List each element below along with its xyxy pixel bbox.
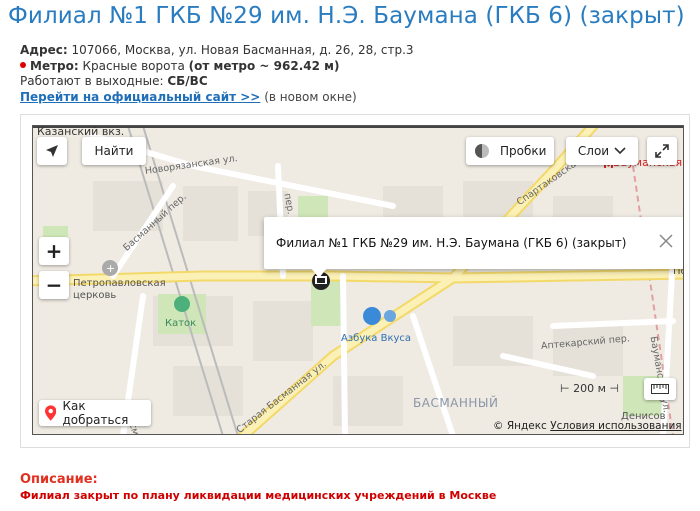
layers-label: Слои: [577, 144, 610, 158]
copyright-text: © Яндекс: [493, 420, 547, 432]
map-label-katok: Каток: [165, 318, 197, 329]
route-button[interactable]: Как добраться: [39, 399, 151, 427]
zoom-out-button[interactable]: −: [39, 271, 69, 299]
expand-icon: [655, 144, 669, 158]
balloon-tail: [311, 268, 327, 278]
info-block: Адрес: 107066, Москва, ул. Новая Басманн…: [20, 43, 414, 105]
route-label: Как добраться: [62, 399, 129, 427]
address-row: Адрес: 107066, Москва, ул. Новая Басманн…: [20, 43, 414, 59]
weekend-row: Работают в выходные: СБ/ВС: [20, 74, 414, 90]
map-copyright: © Яндекс Условия использования: [493, 420, 682, 432]
location-arrow-icon: [46, 145, 58, 157]
chevron-down-icon: [614, 147, 626, 155]
map-label-basmanny: БАСМАННЫЙ: [413, 396, 499, 410]
zoom-in-button[interactable]: +: [39, 237, 69, 265]
terms-link[interactable]: Условия использования: [550, 420, 681, 432]
map-label-church: Петропавловская церковь: [73, 278, 166, 301]
metro-label: Метро:: [30, 58, 79, 73]
ruler-button[interactable]: [644, 378, 676, 400]
svg-text:+: +: [106, 262, 115, 275]
site-row: Перейти на официальный сайт >> (в новом …: [20, 90, 414, 106]
ruler-icon: [651, 384, 669, 394]
official-site-link[interactable]: Перейти на официальный сайт >>: [20, 90, 260, 104]
close-icon[interactable]: [658, 233, 674, 249]
traffic-button[interactable]: Пробки: [466, 137, 554, 165]
site-note: (в новом окне): [264, 89, 357, 104]
metro-dot-icon: [20, 61, 26, 68]
metro-station: Красные ворота: [82, 58, 185, 73]
layers-button[interactable]: Слои: [566, 137, 638, 165]
scale-right-icon: ⊣: [609, 382, 619, 395]
balloon-text: Филиал №1 ГКБ №29 им. Н.Э. Баумана (ГКБ …: [276, 236, 627, 250]
map-pin-icon: [45, 405, 57, 421]
address-value: 107066, Москва, ул. Новая Басманная, д. …: [71, 43, 414, 57]
map-canvas[interactable]: М + Казанский вкз. Бауманская Петропавло…: [32, 125, 684, 435]
weekend-label: Работают в выходные:: [20, 74, 164, 88]
fullscreen-button[interactable]: [647, 137, 677, 165]
find-button[interactable]: Найти: [82, 137, 146, 165]
weekend-value: СБ/ВС: [167, 74, 208, 88]
map-frame: М + Казанский вкз. Бауманская Петропавло…: [20, 114, 690, 448]
metro-distance: (от метро ~ 962.42 м): [188, 58, 340, 73]
map-balloon: Филиал №1 ГКБ №29 им. Н.Э. Баумана (ГКБ …: [264, 217, 683, 269]
description-title: Описание:: [20, 472, 98, 487]
scale-left-icon: ⊢: [560, 382, 570, 395]
page-title: Филиал №1 ГКБ №29 им. Н.Э. Баумана (ГКБ …: [8, 3, 685, 29]
map-label-azbuka: Азбука Вкуса: [341, 333, 412, 344]
traffic-icon: [475, 144, 489, 158]
address-label: Адрес:: [20, 43, 68, 57]
scale-bar: ⊢ 200 м ⊣: [560, 382, 619, 395]
metro-row: Метро: Красные ворота (от метро ~ 962.42…: [20, 59, 414, 75]
scale-value: 200 м: [573, 382, 606, 395]
traffic-label: Пробки: [500, 144, 547, 158]
description-text: Филиал закрыт по плану ликвидации медици…: [20, 489, 497, 502]
geolocation-button[interactable]: [37, 137, 67, 165]
